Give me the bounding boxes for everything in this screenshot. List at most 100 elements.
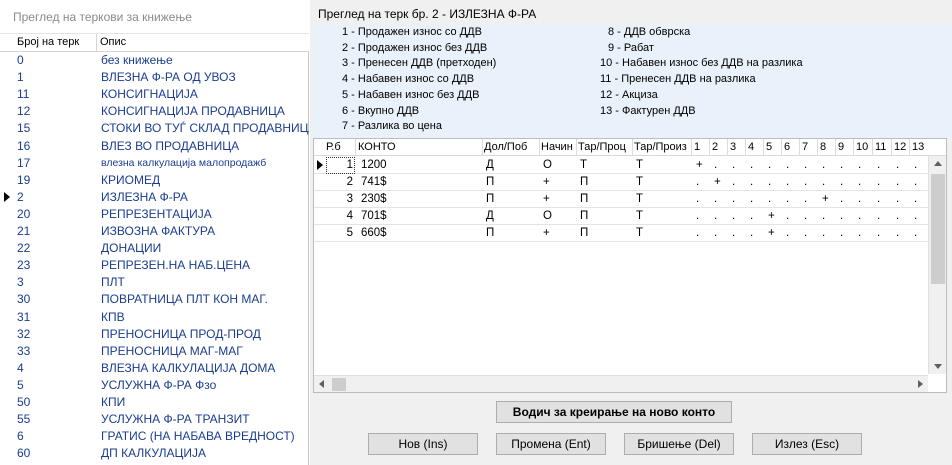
flag-cell: . <box>786 176 790 188</box>
debit-credit: П <box>486 176 495 188</box>
vertical-scrollbar[interactable] <box>928 156 946 374</box>
header-separator <box>96 34 97 52</box>
konto-row[interactable]: 1 1200 Д О Т Т +............ <box>314 157 934 174</box>
flag-cell: . <box>732 193 736 205</box>
terk-list-item[interactable]: 33 ПРЕНОСНИЦА МАГ-МАГ <box>0 343 309 360</box>
terk-list-item[interactable]: 31 КПВ <box>0 309 309 326</box>
debit-credit: П <box>486 227 495 239</box>
scroll-thumb[interactable] <box>931 174 945 284</box>
header-terk-number[interactable]: Број на терк <box>17 36 79 48</box>
grid-column-header[interactable]: Начин <box>541 141 573 153</box>
terk-code: 33 <box>17 343 31 358</box>
tariff-product: Т <box>636 210 644 222</box>
terk-list-item[interactable]: 2 ИЗЛЕЗНА Ф-РА <box>0 189 309 206</box>
terk-list-item[interactable]: 19 КРИОМЕД <box>0 172 309 189</box>
scroll-right-icon[interactable] <box>918 380 923 388</box>
terk-code: 4 <box>17 360 24 375</box>
terk-list-item[interactable]: 30 ПОВРАТНИЦА ПЛТ КОН МАГ. <box>0 291 309 308</box>
grid-column-header[interactable]: 8 <box>820 141 826 153</box>
grid-column-header[interactable]: 3 <box>730 141 736 153</box>
flag-cell: . <box>877 159 881 171</box>
terk-list-item[interactable]: 55 УСЛУЖНА Ф-РА ТРАНЗИТ <box>0 411 309 428</box>
scroll-thumb-horizontal[interactable] <box>332 378 346 391</box>
terk-code: 6 <box>17 429 24 444</box>
konto-grid-header: Р.б КОНТО Дол/Поб Начин Тар/Проц Тар/Произ 1 2 3… <box>314 139 946 156</box>
konto-row[interactable]: 3 230$ П + П Т....... +..... <box>314 191 934 208</box>
terk-list-item[interactable]: 21 ИЗВОЗНА ФАКТУРА <box>0 223 309 240</box>
terk-code: 20 <box>17 206 31 221</box>
flag-cell: . <box>858 193 862 205</box>
flag-cell: . <box>750 193 754 205</box>
flag-cell: . <box>786 210 790 222</box>
terk-description: КПВ <box>101 309 125 324</box>
terk-description: ПРЕНОСНИЦА ПРОД-ПРОД <box>101 326 261 341</box>
grid-column-header[interactable]: КОНТО <box>358 141 396 153</box>
grid-column-header[interactable]: 1 <box>694 141 700 153</box>
terk-code: 2 <box>17 189 24 204</box>
new-button[interactable]: Нов (Ins) <box>368 433 478 455</box>
konto-grid: Р.б КОНТО Дол/Поб Начин Тар/Проц Тар/Произ 1 2 3… <box>313 138 947 393</box>
grid-column-header[interactable]: Тар/Произ <box>634 141 687 153</box>
terk-code: 17 <box>17 155 31 170</box>
terk-list-item[interactable]: 16 ВЛЕЗ ВО ПРОДАВНИЦА <box>0 138 309 155</box>
grid-column-header[interactable]: 7 <box>802 141 808 153</box>
flag-cell: . <box>914 193 918 205</box>
tariff-product: Т <box>636 227 644 239</box>
scroll-down-icon[interactable] <box>934 364 942 369</box>
terk-description: ВЛЕЗНА КАЛКУЛАЦИЈА ДОМА <box>101 360 276 375</box>
flag-cell: . <box>714 159 718 171</box>
terk-list-item[interactable]: 11 КОНСИГНАЦИЈА <box>0 86 309 103</box>
terk-list-item[interactable]: 1 ВЛЕЗНА Ф-РА ОД УВОЗ <box>0 69 309 86</box>
grid-column-separator <box>632 139 633 156</box>
terk-list-item[interactable]: 17 влезна калкулација малопродажб <box>0 155 309 172</box>
dialog-title: Преглед на терк бр. 2 - ИЗЛЕЗНА Ф-РА <box>318 7 537 21</box>
exit-button[interactable]: Излез (Esc) <box>752 433 862 455</box>
terk-list-item[interactable]: 60 ДП КАЛКУЛАЦИЈА <box>0 445 309 462</box>
edit-button[interactable]: Промена (Ent) <box>496 433 606 455</box>
terk-description: УСЛУЖНА Ф-РА ТРАНЗИТ <box>101 412 250 427</box>
scroll-up-icon[interactable] <box>934 161 942 166</box>
grid-column-header[interactable]: 6 <box>784 141 790 153</box>
terk-description: КРИОМЕД <box>101 172 161 187</box>
horizontal-scrollbar[interactable] <box>314 375 928 392</box>
grid-column-header[interactable]: 11 <box>875 141 886 153</box>
flag-cell: . <box>896 176 900 188</box>
delete-button[interactable]: Бришење (Del) <box>624 433 734 455</box>
grid-column-header[interactable]: 2 <box>712 141 718 153</box>
terk-list-item[interactable]: 23 РЕПРЕЗЕН.НА НАБ.ЦЕНА <box>0 257 309 274</box>
header-description[interactable]: Опис <box>100 36 126 48</box>
terk-list-item[interactable]: 22 ДОНАЦИИ <box>0 240 309 257</box>
konto-row[interactable]: 5 660$ П + П Т.... +........ <box>314 225 934 242</box>
terk-list-item[interactable]: 3 ПЛТ <box>0 274 309 291</box>
terk-list-item[interactable]: 12 КОНСИГНАЦИЈА ПРОДАВНИЦА <box>0 103 309 120</box>
grid-column-header[interactable]: 4 <box>748 141 754 153</box>
grid-column-header[interactable]: 10 <box>856 141 868 153</box>
debit-credit: Д <box>486 210 494 222</box>
konto-row[interactable]: 2 741$ П + П Т. +........... <box>314 174 934 191</box>
grid-column-header[interactable]: Дол/Поб <box>484 141 527 153</box>
terk-list-item[interactable]: 32 ПРЕНОСНИЦА ПРОД-ПРОД <box>0 326 309 343</box>
terk-code: 3 <box>17 275 24 290</box>
grid-column-separator <box>835 139 836 156</box>
terk-list-item[interactable]: 20 РЕПРЕЗЕНТАЦИЈА <box>0 206 309 223</box>
terk-list-panel: Преглед на теркови за книжење Број на те… <box>0 0 309 465</box>
terk-list-item[interactable]: 5 УСЛУЖНА Ф-РА Фзо <box>0 377 309 394</box>
grid-column-header[interactable]: 5 <box>766 141 772 153</box>
row-number: 1 <box>346 159 353 171</box>
grid-column-header[interactable]: 9 <box>838 141 844 153</box>
terk-list-item[interactable]: 15 СТОКИ ВО ТУЃ СКЛАД ПРОДАВНИЦА <box>0 120 309 137</box>
tariff-percent: П <box>580 210 589 222</box>
terk-list-item[interactable]: 4 ВЛЕЗНА КАЛКУЛАЦИЈА ДОМА <box>0 360 309 377</box>
legend-item: 1 - Продажен износ со ДДВ <box>342 26 482 38</box>
grid-column-header[interactable]: 12 <box>894 141 906 153</box>
grid-column-header[interactable]: Тар/Проц <box>578 141 626 153</box>
scroll-left-icon[interactable] <box>319 380 324 388</box>
grid-column-header[interactable]: 13 <box>912 141 924 153</box>
konto-row[interactable]: 4 701$ Д О П Т.... +........ <box>314 208 934 225</box>
terk-list-item[interactable]: 6 ГРАТИС (НА НАБАВА ВРЕДНОСТ) <box>0 428 309 445</box>
grid-column-header[interactable]: Р.б <box>326 141 341 153</box>
row-number: 3 <box>346 193 353 205</box>
terk-list-item[interactable]: 50 КПИ <box>0 394 309 411</box>
terk-list-item[interactable]: 0 без книжење <box>0 52 309 69</box>
new-konto-wizard-button[interactable]: Водич за креирање на ново конто <box>496 401 732 423</box>
